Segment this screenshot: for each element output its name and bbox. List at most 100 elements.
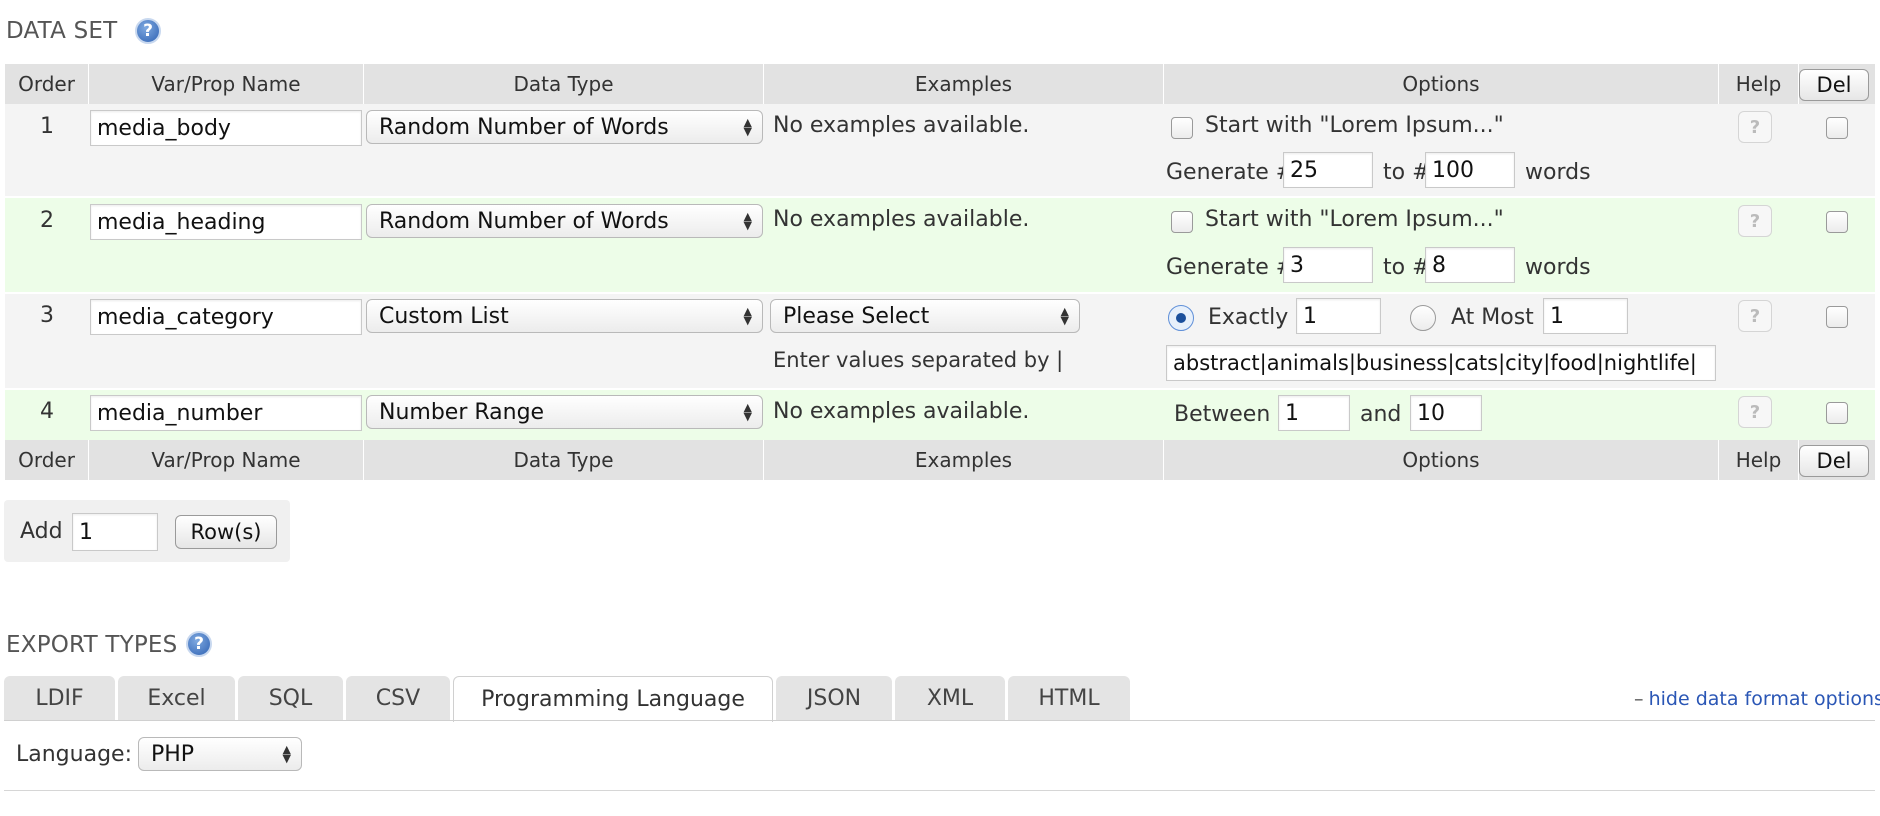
- max-words-input[interactable]: 100: [1425, 152, 1515, 188]
- examples-text: No examples available.: [773, 207, 1030, 232]
- language-select[interactable]: PHP ▲ ▼: [138, 737, 302, 771]
- data-type-value: Custom List: [379, 303, 509, 329]
- range-min-input[interactable]: 1: [1278, 395, 1350, 431]
- min-words-input[interactable]: 25: [1283, 152, 1373, 188]
- data-type-select[interactable]: Number Range ▲ ▼: [366, 395, 763, 429]
- header-help: Help: [1719, 440, 1799, 480]
- exactly-input[interactable]: 1: [1296, 298, 1381, 334]
- header-order: Order: [5, 440, 89, 480]
- row-delete-checkbox[interactable]: [1826, 402, 1848, 424]
- data-type-select[interactable]: Random Number of Words ▲ ▼: [366, 204, 763, 238]
- row-order: 4: [40, 399, 54, 424]
- example-select[interactable]: Please Select ▲ ▼: [770, 299, 1080, 333]
- to-label: to #: [1383, 160, 1431, 185]
- select-arrows-icon: ▲ ▼: [743, 305, 752, 327]
- row-help-button[interactable]: ?: [1738, 111, 1772, 143]
- hide-data-format-options-link[interactable]: hide data format options: [1649, 688, 1880, 710]
- examples-text: No examples available.: [773, 399, 1030, 424]
- data-type-select[interactable]: Random Number of Words ▲ ▼: [366, 110, 763, 144]
- delete-footer-button[interactable]: Del: [1799, 445, 1869, 477]
- data-type-value: Random Number of Words: [379, 114, 669, 140]
- language-label: Language:: [16, 742, 132, 767]
- generate-label: Generate #: [1166, 255, 1295, 280]
- var-name-input[interactable]: media_body: [90, 110, 362, 146]
- at-most-label: At Most: [1451, 305, 1534, 330]
- row-order: 1: [40, 114, 54, 139]
- tab-xml[interactable]: XML: [895, 676, 1005, 721]
- tab-csv[interactable]: CSV: [346, 676, 450, 721]
- row-help-button[interactable]: ?: [1738, 205, 1772, 237]
- header-var-name: Var/Prop Name: [89, 64, 364, 104]
- lorem-ipsum-checkbox[interactable]: [1171, 117, 1193, 139]
- exactly-label: Exactly: [1208, 305, 1289, 330]
- data-type-value: Random Number of Words: [379, 208, 669, 234]
- and-label: and: [1360, 402, 1402, 427]
- header-examples: Examples: [764, 440, 1164, 480]
- header-order: Order: [5, 64, 89, 104]
- export-types-title: EXPORT TYPES: [6, 632, 178, 658]
- lorem-ipsum-label: Start with "Lorem Ipsum...": [1205, 207, 1504, 232]
- header-help: Help: [1719, 64, 1799, 104]
- tab-html[interactable]: HTML: [1008, 676, 1130, 721]
- words-label: words: [1525, 255, 1591, 280]
- custom-list-values-input[interactable]: abstract|animals|business|cats|city|food…: [1166, 345, 1716, 381]
- tab-ldif[interactable]: LDIF: [4, 676, 115, 721]
- data-type-select[interactable]: Custom List ▲ ▼: [366, 299, 763, 333]
- table-footer-header: Order Var/Prop Name Data Type Examples O…: [5, 440, 1875, 480]
- exactly-radio[interactable]: [1168, 305, 1194, 331]
- lorem-ipsum-label: Start with "Lorem Ipsum...": [1205, 113, 1504, 138]
- header-examples: Examples: [764, 64, 1164, 104]
- at-most-radio[interactable]: [1410, 305, 1436, 331]
- row-order: 2: [40, 208, 54, 233]
- at-most-input[interactable]: 1: [1543, 298, 1628, 334]
- select-arrows-icon: ▲ ▼: [743, 116, 752, 138]
- tab-sql[interactable]: SQL: [238, 676, 343, 721]
- max-words-input[interactable]: 8: [1425, 247, 1515, 283]
- hide-options-prefix: –: [1634, 688, 1644, 710]
- header-options: Options: [1164, 64, 1719, 104]
- row-delete-checkbox[interactable]: [1826, 306, 1848, 328]
- data-set-help-icon[interactable]: ?: [135, 18, 161, 44]
- row-delete-checkbox[interactable]: [1826, 211, 1848, 233]
- row-help-button[interactable]: ?: [1738, 300, 1772, 332]
- select-arrows-icon: ▲ ▼: [743, 210, 752, 232]
- row-delete-checkbox[interactable]: [1826, 117, 1848, 139]
- var-name-input[interactable]: media_heading: [90, 204, 362, 240]
- tab-excel[interactable]: Excel: [118, 676, 235, 721]
- tab-json[interactable]: JSON: [776, 676, 892, 721]
- delete-header-button[interactable]: Del: [1799, 69, 1869, 101]
- generate-label: Generate #: [1166, 160, 1295, 185]
- data-set-title: DATA SET: [6, 18, 118, 44]
- tab-bar-divider: [4, 720, 1875, 721]
- header-var-name: Var/Prop Name: [89, 440, 364, 480]
- select-arrows-icon: ▲ ▼: [282, 743, 291, 765]
- hide-options-link-wrap: – hide data format options: [1634, 688, 1880, 710]
- add-label: Add: [20, 519, 63, 544]
- words-label: words: [1525, 160, 1591, 185]
- values-hint: Enter values separated by |: [773, 348, 1064, 372]
- var-name-input[interactable]: media_category: [90, 299, 362, 335]
- tab-programming-language[interactable]: Programming Language: [453, 676, 773, 722]
- row-help-button[interactable]: ?: [1738, 396, 1772, 428]
- add-rows-button[interactable]: Row(s): [175, 515, 277, 549]
- range-max-input[interactable]: 10: [1410, 395, 1482, 431]
- select-arrows-icon: ▲ ▼: [1060, 305, 1069, 327]
- select-arrows-icon: ▲ ▼: [743, 401, 752, 423]
- header-options: Options: [1164, 440, 1719, 480]
- header-data-type: Data Type: [364, 64, 764, 104]
- row-order: 3: [40, 303, 54, 328]
- between-label: Between: [1174, 402, 1271, 427]
- header-data-type: Data Type: [364, 440, 764, 480]
- table-header: Order Var/Prop Name Data Type Examples O…: [5, 64, 1875, 104]
- examples-text: No examples available.: [773, 113, 1030, 138]
- data-type-value: Number Range: [379, 399, 545, 425]
- var-name-input[interactable]: media_number: [90, 395, 362, 431]
- language-select-value: PHP: [151, 741, 195, 767]
- to-label: to #: [1383, 255, 1431, 280]
- min-words-input[interactable]: 3: [1283, 247, 1373, 283]
- export-types-help-icon[interactable]: ?: [186, 631, 212, 657]
- section-divider: [4, 790, 1875, 791]
- example-select-value: Please Select: [783, 303, 930, 329]
- add-rows-count-input[interactable]: 1: [72, 513, 158, 551]
- lorem-ipsum-checkbox[interactable]: [1171, 211, 1193, 233]
